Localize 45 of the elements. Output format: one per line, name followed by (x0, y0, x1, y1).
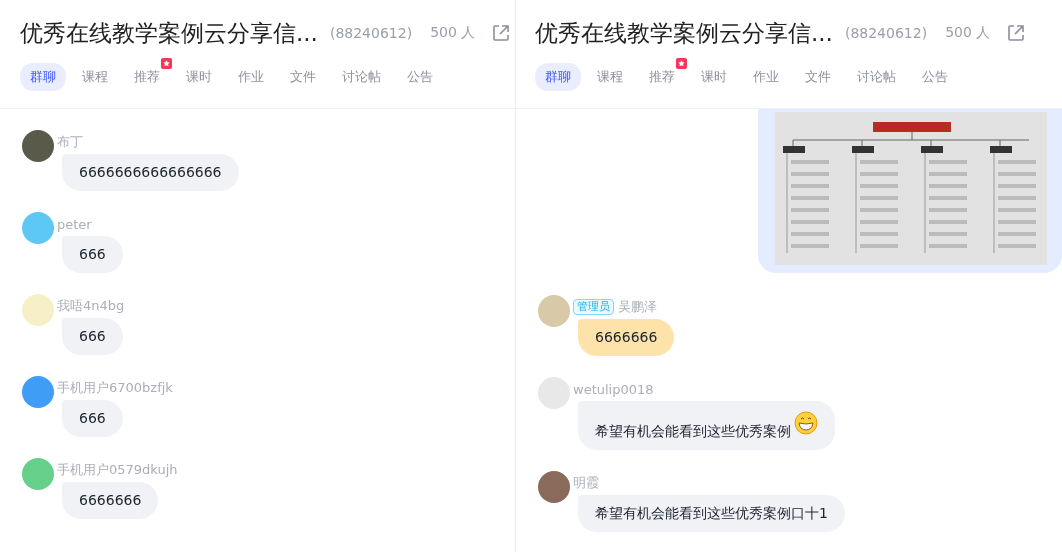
tab[interactable]: 推荐 (639, 63, 685, 91)
tab[interactable]: 作业 (743, 63, 789, 91)
sender-name: wetulip0018 (573, 381, 654, 397)
tab[interactable]: 公告 (397, 63, 443, 91)
sender-name: 布丁 (57, 133, 83, 151)
tab[interactable]: 文件 (280, 63, 326, 91)
external-link-icon[interactable] (491, 23, 512, 43)
message-text: 6666666 (595, 328, 658, 347)
role-badge: 管理员 (573, 299, 614, 315)
grinning-face-icon (794, 411, 818, 435)
tab[interactable]: 作业 (228, 63, 274, 91)
tab[interactable]: 课程 (72, 63, 118, 91)
sender-name: 我唔4n4bg (57, 297, 125, 315)
tab[interactable]: 课时 (176, 63, 222, 91)
tab[interactable]: 公告 (912, 63, 958, 91)
external-link-icon[interactable] (1006, 23, 1027, 43)
tab[interactable]: 讨论帖 (332, 63, 391, 91)
tab[interactable]: 群聊 (535, 63, 581, 91)
message-text: 希望有机会能看到这些优秀案例口十1 (595, 504, 828, 523)
group-title: 优秀在线教学案例云分享信... (20, 18, 318, 48)
tab[interactable]: 推荐 (124, 63, 170, 91)
tab[interactable]: 讨论帖 (847, 63, 906, 91)
sender-name: 手机用户0579dkujh (57, 461, 178, 479)
sender-name: 吴鹏泽 (618, 298, 657, 316)
member-count: 500 人 (945, 24, 991, 42)
tab[interactable]: 课时 (691, 63, 737, 91)
message-text: 666 (79, 409, 106, 428)
tab[interactable]: 课程 (587, 63, 633, 91)
message-text: 666 (79, 245, 106, 264)
message-text: 6666666666666666 (79, 163, 222, 182)
sender-name: peter (57, 216, 92, 232)
tab[interactable]: 文件 (795, 63, 841, 91)
sender-name: 明霞 (573, 474, 599, 492)
message-text: 6666666 (79, 491, 142, 510)
mind-map-drawing[interactable] (775, 112, 1047, 265)
group-id: (88240612) (844, 25, 928, 41)
avatar[interactable] (22, 130, 54, 162)
tab[interactable]: 群聊 (20, 63, 66, 91)
member-count: 500 人 (430, 24, 476, 42)
group-id: (88240612) (329, 25, 413, 41)
avatar[interactable] (538, 471, 570, 503)
message-text: 666 (79, 327, 106, 346)
message-text: 希望有机会能看到这些优秀案例 (595, 422, 791, 441)
sender-name: 手机用户6700bzfjk (57, 379, 173, 397)
group-title: 优秀在线教学案例云分享信... (535, 18, 833, 48)
